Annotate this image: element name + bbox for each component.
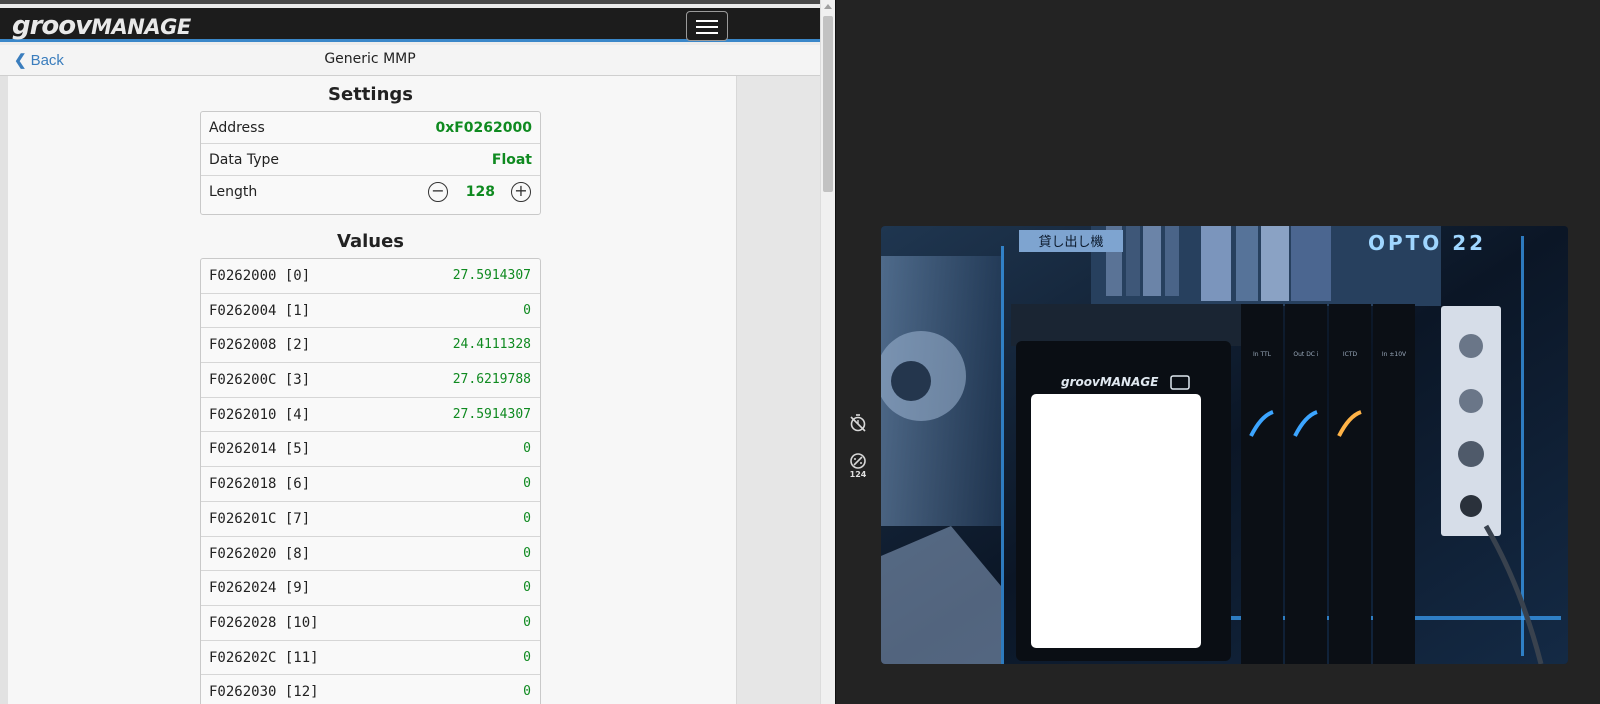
pane-divider [835,0,836,704]
top-bar: groovMANAGE [0,8,820,42]
page-title: Generic MMP [324,51,416,67]
scroll-up-arrow-icon[interactable] [824,4,832,9]
value-row[interactable]: F026200C [3] 27.6219788 [201,363,540,398]
value-row[interactable]: F0262018 [6] 0 [201,467,540,502]
value-reading: 27.5914307 [452,406,531,422]
value-row[interactable]: F0262004 [1] 0 [201,294,540,329]
value-reading: 0 [523,302,531,318]
value-reading: 0 [523,545,531,561]
value-row[interactable]: F0262010 [4] 27.5914307 [201,398,540,433]
value-address: F026202C [11] [209,649,319,666]
device-logo: groovMANAGE [1061,375,1159,389]
data-type-label: Data Type [209,152,280,168]
browser-scrollbar[interactable] [820,0,835,704]
value-reading: 24.4111328 [452,337,531,353]
value-address: F0262018 [6] [209,476,311,493]
value-row[interactable]: F0262000 [0] 27.5914307 [201,259,540,294]
value-row[interactable]: F0262028 [10] 0 [201,606,540,641]
stat-value: 124 [849,470,867,479]
module-label: Out DC i [1293,351,1319,358]
value-reading: 27.6219788 [452,372,531,388]
value-row[interactable]: F0262020 [8] 0 [201,537,540,572]
value-address: F0262004 [1] [209,302,311,319]
left-gutter [0,76,8,704]
module-label: In TTL [1253,351,1272,358]
menu-bar-icon [696,26,718,28]
value-address: F0262024 [9] [209,580,311,597]
data-type-row[interactable]: Data Type Float [201,144,540,176]
length-label: Length [209,184,258,200]
values-card: F0262000 [0] 27.5914307 F0262004 [1] 0 F02… [200,258,541,704]
value-address: F0262020 [8] [209,545,311,562]
settings-heading: Settings [328,84,413,105]
menu-bar-icon [696,20,718,22]
groov-manage-app: groovMANAGE ❮ Back Generic MMP Settings A… [0,0,820,704]
value-row[interactable]: F0262014 [5] 0 [201,432,540,468]
increment-icon[interactable]: + [511,182,531,202]
value-address: F0262010 [4] [209,406,311,423]
value-address: F0262030 [12] [209,684,319,701]
menu-bar-icon [696,32,718,34]
address-label: Address [209,120,265,136]
module-label: ICTD [1343,351,1358,358]
value-address: F026201C [7] [209,510,311,527]
module-label: In ±10V [1382,351,1407,358]
value-reading: 0 [523,441,531,457]
value-reading: 0 [523,614,531,630]
address-value: 0xF0262000 [435,120,532,136]
hamburger-menu-button[interactable] [686,11,728,41]
speedometer-icon[interactable]: 124 [842,450,874,484]
hardware-photo: 貸し出し機 OPTO 22 groovMANAGE In TTL Out DC … [881,226,1568,664]
page-navbar: ❮ Back Generic MMP [0,45,820,76]
value-address: F0262028 [10] [209,614,319,631]
opto22-brand-text: OPTO 22 [1368,231,1486,255]
value-row[interactable]: F0262024 [9] 0 [201,571,540,606]
values-heading: Values [337,231,404,252]
value-address: F0262014 [5] [209,441,311,458]
value-reading: 0 [523,649,531,665]
timer-off-icon[interactable] [842,410,874,438]
address-row[interactable]: Address 0xF0262000 [201,112,540,144]
groov-manage-logo: groovMANAGE [12,11,191,41]
value-reading: 0 [523,476,531,492]
value-row[interactable]: F026201C [7] 0 [201,502,540,537]
settings-card: Address 0xF0262000 Data Type Float Lengt… [200,111,541,215]
value-row[interactable]: F0262008 [2] 24.4111328 [201,328,540,364]
length-value: 128 [465,184,495,200]
value-row[interactable]: F026202C [11] 0 [201,641,540,676]
scrollbar-thumb[interactable] [823,16,833,192]
data-type-value: Float [491,152,532,168]
length-row: Length − 128 + [201,176,540,214]
value-address: F026200C [3] [209,372,311,389]
value-reading: 0 [523,580,531,596]
value-address: F0262008 [2] [209,337,311,354]
sign-text: 貸し出し機 [1038,234,1103,250]
value-reading: 27.5914307 [452,268,531,283]
value-address: F0262000 [0] [209,268,311,284]
camera-feed-image: 貸し出し機 OPTO 22 groovMANAGE In TTL Out DC … [881,226,1568,664]
value-reading: 0 [523,684,531,700]
right-gutter [736,76,820,704]
value-row[interactable]: F0262030 [12] 0 [201,675,540,704]
decrement-icon[interactable]: − [428,182,448,202]
value-reading: 0 [523,510,531,526]
